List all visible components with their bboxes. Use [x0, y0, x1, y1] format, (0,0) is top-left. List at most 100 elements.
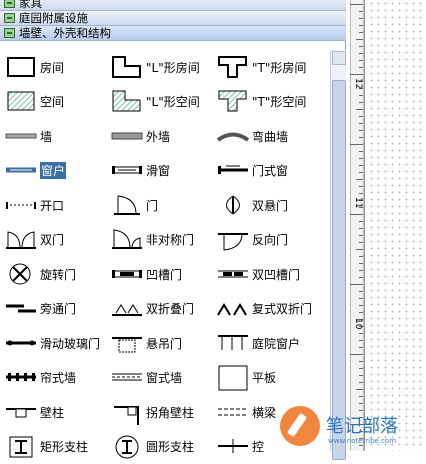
- exterior-wall-icon: [110, 123, 144, 150]
- ruler-tick: [359, 172, 363, 173]
- shape-label: "L"形空间: [146, 93, 200, 110]
- shape-item-round-column[interactable]: 圆形支柱: [110, 430, 216, 464]
- shape-item-bifold-door[interactable]: 双折叠门: [110, 292, 216, 327]
- shape-label: 窗式墙: [146, 369, 182, 386]
- shape-item-overhead-door[interactable]: 悬吊门: [110, 326, 216, 361]
- shape-label: 旋转门: [40, 266, 76, 283]
- ruler-tick: [359, 235, 363, 236]
- shape-item-pocket-door[interactable]: 凹槽门: [110, 257, 216, 292]
- ruler-tick: [350, 4, 363, 5]
- ruler-tick: [350, 214, 363, 215]
- shape-item-double-pocket-door[interactable]: 双凹槽门: [216, 257, 330, 292]
- shape-item-sliding-glass-door[interactable]: 滑动玻璃门: [4, 326, 110, 361]
- reverse-door-icon: [216, 226, 250, 253]
- patio-window-icon: [216, 330, 250, 357]
- window-wall-icon: [110, 364, 144, 391]
- shape-label: 房间: [40, 59, 64, 76]
- l-space-icon: [110, 88, 144, 115]
- ruler-tick: [356, 389, 363, 390]
- stencil-category-garden[interactable]: 庭园附属设施: [0, 11, 346, 26]
- ruler-tick: [359, 375, 363, 376]
- ruler-tick: [359, 116, 363, 117]
- shape-item-t-space[interactable]: "T"形空间: [216, 85, 330, 120]
- shape-item-reverse-door[interactable]: 反向门: [216, 223, 330, 258]
- door-window-icon: [216, 157, 250, 184]
- stencil-category-label: 庭园附属设施: [19, 11, 88, 25]
- shape-item-slab[interactable]: 平板: [216, 361, 330, 396]
- bypass-door-icon: [4, 295, 38, 322]
- curtain-wall-icon: [4, 364, 38, 391]
- shape-item-l-room[interactable]: "L"形房间: [110, 50, 216, 85]
- ruler-tick: [359, 60, 363, 61]
- shape-item-l-space[interactable]: "L"形空间: [110, 85, 216, 120]
- room-icon: [4, 54, 38, 81]
- shape-label: 滑动玻璃门: [40, 335, 100, 352]
- shape-item-sliding-window[interactable]: 滑窗: [110, 154, 216, 189]
- rect-column-icon: [4, 433, 38, 460]
- vertical-ruler: 121110: [350, 0, 364, 451]
- ruler-tick: [350, 144, 363, 145]
- ruler-label: 11: [353, 197, 363, 208]
- shape-label: 双凹槽门: [252, 266, 300, 283]
- bifold-door-icon: [110, 295, 144, 322]
- shape-item-corner-pilaster[interactable]: 拐角壁柱: [110, 395, 216, 430]
- ruler-tick: [359, 242, 363, 243]
- shape-label: 旁通门: [40, 300, 76, 317]
- shape-item-asymmetric-door[interactable]: 非对称门: [110, 223, 216, 258]
- shapes-panel: 家具 庭园附属设施 墙壁、外壳和结构 房间 "L"形房间 "T"形房间空间 "L"形空…: [0, 0, 346, 451]
- ruler-tick: [359, 340, 363, 341]
- shape-label: "T"形空间: [252, 93, 306, 110]
- shape-item-door-window[interactable]: 门式窗: [216, 154, 330, 189]
- shape-label: 空间: [40, 93, 64, 110]
- shape-label: "T"形房间: [252, 59, 306, 76]
- shape-label: 开口: [40, 197, 64, 214]
- overhead-door-icon: [110, 330, 144, 357]
- shape-item-curtain-wall[interactable]: 帘式墙: [4, 361, 110, 396]
- double-door-icon: [4, 226, 38, 253]
- ruler-tick: [359, 277, 363, 278]
- shape-item-opening[interactable]: 开口: [4, 188, 110, 223]
- shape-item-exterior-wall[interactable]: 外墙: [110, 119, 216, 154]
- shape-item-double-hung-door[interactable]: 双悬门: [216, 188, 330, 223]
- shape-item-room[interactable]: 房间: [4, 50, 110, 85]
- t-room-icon: [216, 54, 250, 81]
- shape-label: 墙: [40, 128, 52, 145]
- stencil-category-list: 家具 庭园附属设施 墙壁、外壳和结构: [0, 0, 346, 41]
- curved-wall-icon: [216, 123, 250, 150]
- shape-item-t-room[interactable]: "T"形房间: [216, 50, 330, 85]
- ruler-tick: [359, 291, 363, 292]
- shape-item-revolving-door[interactable]: 旋转门: [4, 257, 110, 292]
- shape-item-rect-column[interactable]: 矩形支柱: [4, 430, 110, 464]
- shape-item-window[interactable]: 窗户: [4, 154, 110, 189]
- shape-label: 控: [252, 438, 264, 455]
- ruler-tick: [350, 284, 363, 285]
- slab-icon: [216, 364, 250, 391]
- shape-item-patio-window[interactable]: 庭院窗户: [216, 326, 330, 361]
- vertical-scrollbar[interactable]: [330, 50, 346, 451]
- ruler-tick: [359, 123, 363, 124]
- shape-item-space[interactable]: 空间: [4, 85, 110, 120]
- ruler-tick: [359, 221, 363, 222]
- shape-item-wall[interactable]: 墙: [4, 119, 110, 154]
- shape-item-bypass-door[interactable]: 旁通门: [4, 292, 110, 327]
- stencil-category-furniture[interactable]: 家具: [0, 0, 346, 11]
- ruler-tick: [359, 305, 363, 306]
- ruler-tick: [359, 137, 363, 138]
- shape-label: 双折叠门: [146, 300, 194, 317]
- shape-item-pilaster[interactable]: 壁柱: [4, 395, 110, 430]
- shape-item-double-bifold-door[interactable]: 复式双折门: [216, 292, 330, 327]
- stencil-icon: [4, 13, 15, 23]
- shape-grid: 房间 "L"形房间 "T"形房间空间 "L"形空间 "T"形空间墙 外墙弯曲墙窗户滑窗门式…: [0, 50, 330, 451]
- stencil-category-walls[interactable]: 墙壁、外壳和结构: [0, 26, 346, 41]
- l-room-icon: [110, 54, 144, 81]
- shape-label: 矩形支柱: [40, 438, 88, 455]
- double-hung-door-icon: [216, 192, 250, 219]
- ruler-tick: [359, 186, 363, 187]
- shape-label: 平板: [252, 369, 276, 386]
- shape-item-double-door[interactable]: 双门: [4, 223, 110, 258]
- ruler-tick: [359, 25, 363, 26]
- shape-item-curved-wall[interactable]: 弯曲墙: [216, 119, 330, 154]
- shape-item-door[interactable]: 门: [110, 188, 216, 223]
- scroll-up-button[interactable]: [332, 51, 346, 65]
- shape-item-window-wall[interactable]: 窗式墙: [110, 361, 216, 396]
